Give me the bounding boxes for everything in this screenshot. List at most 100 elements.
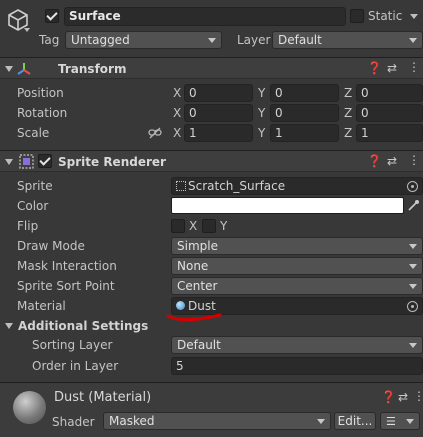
context-menu-icon[interactable]: ⋮ <box>408 153 420 167</box>
sorting-layer-row: Sorting Layer Default <box>0 335 423 355</box>
flip-y-checkbox[interactable] <box>202 219 216 233</box>
sprite-renderer-title: Sprite Renderer <box>58 155 166 169</box>
position-x-axis[interactable]: X <box>173 86 181 100</box>
icon-dropdown-arrow[interactable] <box>24 28 30 32</box>
transform-title: Transform <box>58 62 127 76</box>
object-name-field[interactable]: Surface <box>64 7 346 26</box>
position-x-field[interactable]: 0 <box>184 84 253 102</box>
position-y-field[interactable]: 0 <box>270 84 339 102</box>
scale-x-axis[interactable]: X <box>173 126 181 140</box>
static-dropdown-arrow[interactable] <box>410 14 418 19</box>
sprite-label: Sprite <box>17 179 53 193</box>
mask-interaction-dropdown[interactable]: None <box>171 257 423 275</box>
shader-dropdown[interactable]: Masked <box>103 412 331 430</box>
shader-options-button[interactable]: ☰ <box>380 412 420 430</box>
rotation-y-field[interactable]: 0 <box>270 104 339 122</box>
preset-sliders-icon[interactable]: ⇄ <box>398 390 408 404</box>
order-in-layer-field[interactable]: 5 <box>171 357 423 375</box>
rotation-z-field[interactable]: 0 <box>356 104 423 122</box>
sprite-sort-point-value: Center <box>177 279 218 293</box>
flip-x-label: X <box>189 219 198 233</box>
rotation-x-axis[interactable]: X <box>173 106 181 120</box>
context-menu-icon[interactable]: ⋮ <box>408 60 420 74</box>
help-icon[interactable]: ❓ <box>381 390 396 404</box>
sorting-layer-value: Default <box>177 338 221 352</box>
rotation-label: Rotation <box>17 106 68 120</box>
scale-y-axis[interactable]: Y <box>258 126 265 140</box>
flip-label: Flip <box>17 219 39 233</box>
additional-settings-foldout-arrow[interactable] <box>5 323 13 329</box>
layer-label: Layer <box>237 33 271 47</box>
rotation-x-field[interactable]: 0 <box>184 104 253 122</box>
draw-mode-value: Simple <box>177 239 218 253</box>
scale-row: Scale X 1 Y 1 Z 1 <box>0 123 423 143</box>
color-row: Color <box>0 196 423 216</box>
help-icon[interactable]: ❓ <box>367 61 382 75</box>
active-checkbox[interactable] <box>45 9 59 23</box>
sprite-asset-icon <box>176 181 186 191</box>
scale-z-axis[interactable]: Z <box>344 126 352 140</box>
scale-y-field[interactable]: 1 <box>270 124 339 142</box>
sprite-renderer-header[interactable]: Sprite Renderer ❓ ⇄ ⋮ <box>0 150 423 172</box>
position-z-axis[interactable]: Z <box>344 86 352 100</box>
transform-header[interactable]: Transform ❓ ⇄ ⋮ <box>0 57 423 79</box>
sprite-renderer-enabled-checkbox[interactable] <box>38 154 52 168</box>
transform-axes-icon <box>16 61 32 77</box>
preset-sliders-icon[interactable]: ⇄ <box>387 61 397 75</box>
order-in-layer-row: Order in Layer 5 <box>0 356 423 376</box>
draw-mode-dropdown[interactable]: Simple <box>171 237 423 255</box>
list-options-icon: ☰ <box>386 415 396 428</box>
flip-x-checkbox[interactable] <box>171 219 185 233</box>
mask-interaction-value: None <box>177 259 209 273</box>
scale-label: Scale <box>17 126 50 140</box>
sprite-object-field[interactable]: Scratch_Surface <box>171 177 423 195</box>
tag-label: Tag <box>39 33 60 47</box>
material-sphere-icon <box>176 301 185 310</box>
rotation-z-axis[interactable]: Z <box>344 106 352 120</box>
eyedropper-icon[interactable] <box>408 199 420 211</box>
rotation-y-axis[interactable]: Y <box>258 106 265 120</box>
material-title: Dust (Material) <box>54 390 152 405</box>
sprite-renderer-icon <box>19 154 34 169</box>
sorting-layer-label: Sorting Layer <box>32 338 113 352</box>
shader-edit-button[interactable]: Edit... <box>334 412 376 430</box>
color-label: Color <box>17 199 49 213</box>
additional-settings-label: Additional Settings <box>18 319 149 333</box>
position-y-axis[interactable]: Y <box>258 86 265 100</box>
context-menu-icon[interactable]: ⋮ <box>413 389 423 403</box>
preset-sliders-icon[interactable]: ⇄ <box>387 154 397 168</box>
order-in-layer-label: Order in Layer <box>32 359 119 373</box>
sprite-renderer-foldout-arrow[interactable] <box>5 159 13 165</box>
additional-settings-foldout[interactable]: Additional Settings <box>0 316 423 336</box>
scale-x-field[interactable]: 1 <box>184 124 253 142</box>
rotation-row: Rotation X 0 Y 0 Z 0 <box>0 103 423 123</box>
scale-z-field[interactable]: 1 <box>356 124 423 142</box>
layer-dropdown[interactable]: Default <box>272 31 423 49</box>
position-z-field[interactable]: 0 <box>356 84 423 102</box>
sprite-row: Sprite Scratch_Surface <box>0 176 423 196</box>
static-checkbox[interactable] <box>350 9 364 23</box>
tag-dropdown[interactable]: Untagged <box>65 31 222 49</box>
draw-mode-label: Draw Mode <box>17 239 85 253</box>
material-preview-sphere <box>13 391 46 424</box>
flip-y-label: Y <box>220 219 228 233</box>
shader-edit-label: Edit... <box>337 414 373 428</box>
position-row: Position X 0 Y 0 Z 0 <box>0 83 423 103</box>
material-label: Material <box>17 299 66 313</box>
sorting-layer-dropdown[interactable]: Default <box>171 336 423 354</box>
color-swatch[interactable] <box>171 197 404 214</box>
help-icon[interactable]: ❓ <box>367 154 382 168</box>
flip-row: Flip X Y <box>0 216 423 236</box>
mask-interaction-row: Mask Interaction None <box>0 256 423 276</box>
material-object-picker-icon[interactable] <box>407 301 418 312</box>
position-label: Position <box>17 86 64 100</box>
sprite-sort-point-dropdown[interactable]: Center <box>171 277 423 295</box>
draw-mode-row: Draw Mode Simple <box>0 236 423 256</box>
sprite-sort-point-row: Sprite Sort Point Center <box>0 276 423 296</box>
sprite-object-value: Scratch_Surface <box>188 179 286 193</box>
sprite-object-picker-icon[interactable] <box>407 181 418 192</box>
constrain-proportions-link-icon[interactable] <box>148 127 162 139</box>
transform-foldout-arrow[interactable] <box>5 66 13 72</box>
shader-label: Shader <box>52 415 95 429</box>
tag-dropdown-value: Untagged <box>71 33 130 47</box>
